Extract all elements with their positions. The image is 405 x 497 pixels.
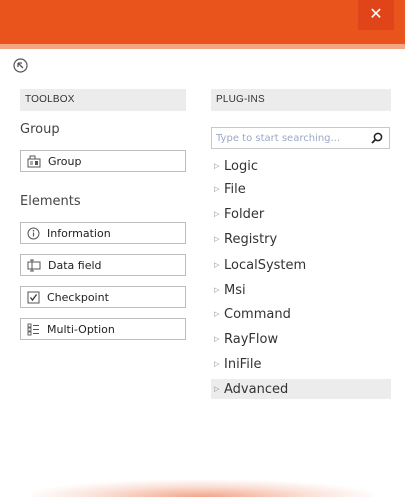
plugin-item-logic[interactable]: ▷ Logic xyxy=(211,156,391,176)
expand-arrow-icon: ▷ xyxy=(214,335,220,343)
plugin-item-label: Folder xyxy=(224,206,265,222)
plugin-item-inifile[interactable]: ▷ IniFile xyxy=(211,354,391,374)
plugin-item-label: IniFile xyxy=(224,356,262,372)
plugin-item-label: Registry xyxy=(224,231,278,247)
plugin-item-rayflow[interactable]: ▷ RayFlow xyxy=(211,329,391,349)
checkpoint-tool-label: Checkpoint xyxy=(47,290,109,304)
plugin-item-command[interactable]: ▷ Command xyxy=(211,304,391,324)
checkpoint-icon xyxy=(27,291,40,303)
plugin-item-folder[interactable]: ▷ Folder xyxy=(211,204,391,224)
back-arrow-icon xyxy=(13,58,28,73)
plugin-item-label: LocalSystem xyxy=(224,257,307,273)
information-tool-label: Information xyxy=(47,226,111,240)
plugin-item-label: Logic xyxy=(224,158,258,174)
back-button[interactable] xyxy=(13,58,28,73)
checkpoint-tool-button[interactable]: Checkpoint xyxy=(20,286,186,308)
group-section-label: Group xyxy=(20,122,60,137)
expand-arrow-icon: ▷ xyxy=(214,286,220,294)
data-field-icon xyxy=(27,259,41,271)
data-field-tool-button[interactable]: Data field xyxy=(20,254,186,276)
information-tool-button[interactable]: Information xyxy=(20,222,186,244)
expand-arrow-icon: ▷ xyxy=(214,210,220,218)
data-field-tool-label: Data field xyxy=(48,258,102,272)
close-icon: ✕ xyxy=(369,6,383,23)
plugin-item-label: Advanced xyxy=(224,381,289,397)
plugin-item-localsystem[interactable]: ▷ LocalSystem xyxy=(211,255,391,275)
toolbox-header: TOOLBOX xyxy=(20,89,186,111)
group-tool-button[interactable]: Group xyxy=(20,150,186,172)
expand-arrow-icon: ▷ xyxy=(214,162,220,170)
plugin-item-label: RayFlow xyxy=(224,331,279,347)
close-button[interactable]: ✕ xyxy=(358,0,394,30)
plugin-item-advanced[interactable]: ▷ Advanced xyxy=(211,379,391,399)
plugin-search-input[interactable] xyxy=(212,128,362,148)
expand-arrow-icon: ▷ xyxy=(214,310,220,318)
bottom-glow-decoration xyxy=(32,480,373,497)
expand-arrow-icon: ▷ xyxy=(214,385,220,393)
plugin-search-box xyxy=(211,127,390,149)
group-icon xyxy=(27,155,41,167)
plugin-item-file[interactable]: ▷ File xyxy=(211,179,391,199)
title-bar-accent-line xyxy=(0,44,405,49)
search-icon[interactable] xyxy=(371,132,383,144)
multi-option-tool-button[interactable]: Multi-Option xyxy=(20,318,186,340)
multi-option-tool-label: Multi-Option xyxy=(47,322,115,336)
expand-arrow-icon: ▷ xyxy=(214,185,220,193)
plugins-header: PLUG-INS xyxy=(211,89,391,111)
plugin-item-label: Command xyxy=(224,306,291,322)
elements-section-label: Elements xyxy=(20,194,81,209)
plugin-item-registry[interactable]: ▷ Registry xyxy=(211,229,391,249)
info-icon xyxy=(27,227,40,239)
expand-arrow-icon: ▷ xyxy=(214,261,220,269)
plugin-item-msi[interactable]: ▷ Msi xyxy=(211,280,391,300)
expand-arrow-icon: ▷ xyxy=(214,360,220,368)
group-tool-label: Group xyxy=(48,154,82,168)
plugin-item-label: File xyxy=(224,181,246,197)
expand-arrow-icon: ▷ xyxy=(214,235,220,243)
title-bar xyxy=(0,0,405,44)
plugin-item-label: Msi xyxy=(224,282,246,298)
multi-option-icon xyxy=(27,323,39,335)
